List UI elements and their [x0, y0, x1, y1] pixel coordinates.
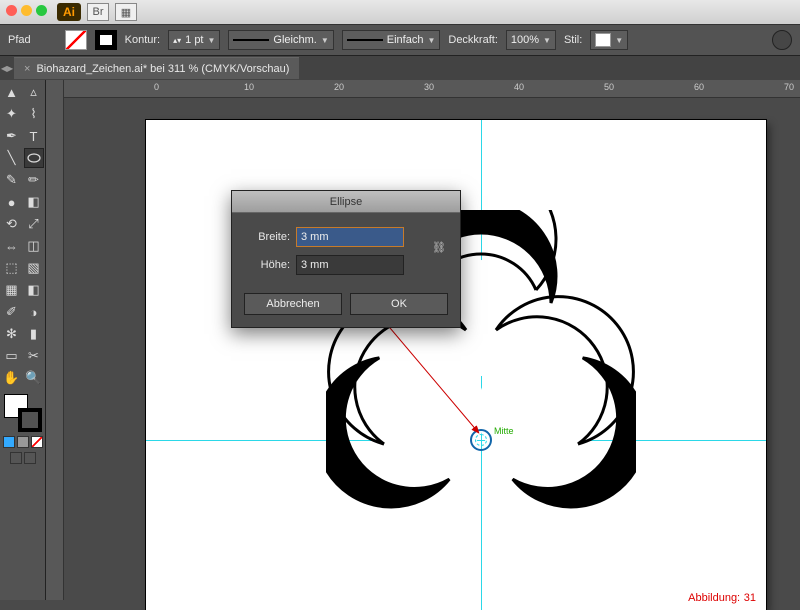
- symbol-sprayer-tool[interactable]: ✻: [2, 324, 22, 344]
- height-input[interactable]: [296, 255, 404, 275]
- stroke-profile-dropdown[interactable]: Gleichm.▼: [228, 30, 333, 50]
- ruler-vertical: [46, 80, 64, 600]
- blob-brush-tool[interactable]: ●: [2, 192, 22, 212]
- artboard-tool[interactable]: ▭: [2, 346, 22, 366]
- graph-tool[interactable]: ▮: [24, 324, 44, 344]
- mesh-tool[interactable]: ▦: [2, 280, 22, 300]
- line-tool[interactable]: ╲: [2, 148, 22, 168]
- style-label: Stil:: [564, 34, 582, 46]
- opacity-dropdown[interactable]: 100%▼: [506, 30, 556, 50]
- doc-setup-button[interactable]: [772, 30, 792, 50]
- document-tab-bar: ◀▶ × Biohazard_Zeichen.ai* bei 311 % (CM…: [0, 56, 800, 80]
- type-tool[interactable]: T: [24, 126, 44, 146]
- figure-caption: Abbildung: 31: [688, 589, 756, 604]
- slice-tool[interactable]: ✂: [24, 346, 44, 366]
- zoom-tool[interactable]: 🔍: [24, 368, 44, 388]
- eyedropper-tool[interactable]: ✐: [2, 302, 22, 322]
- fill-swatch[interactable]: [65, 30, 87, 50]
- ellipse-dialog: Ellipse Breite: Höhe: ⛓: [231, 190, 461, 328]
- lasso-tool[interactable]: ⌇: [24, 104, 44, 124]
- dialog-title: Ellipse: [232, 191, 460, 213]
- document-tab[interactable]: × Biohazard_Zeichen.ai* bei 311 % (CMYK/…: [14, 57, 299, 79]
- color-mode-row[interactable]: [3, 436, 43, 448]
- document-tab-title: Biohazard_Zeichen.ai* bei 311 % (CMYK/Vo…: [36, 63, 289, 75]
- style-dropdown[interactable]: ▼: [590, 30, 628, 50]
- ruler-horizontal: 0 10 20 30 40 50 60 70: [64, 80, 800, 98]
- opacity-label: Deckkraft:: [448, 34, 498, 46]
- selection-type: Pfad: [8, 34, 31, 46]
- magic-wand-tool[interactable]: ✦: [2, 104, 22, 124]
- arrange-docs-button[interactable]: ▦: [115, 3, 137, 21]
- stroke-label: Kontur:: [125, 34, 160, 46]
- traffic-lights[interactable]: [6, 5, 51, 19]
- stroke-swatch[interactable]: [95, 30, 117, 50]
- tab-scroll-left[interactable]: ◀▶: [0, 56, 14, 80]
- stroke-weight-dropdown[interactable]: ▴▾1 pt▼: [168, 30, 220, 50]
- paintbrush-tool[interactable]: ✎: [2, 170, 22, 190]
- close-tab-icon[interactable]: ×: [24, 63, 30, 75]
- screen-mode-row[interactable]: [10, 452, 36, 464]
- free-transform-tool[interactable]: ◫: [24, 236, 44, 256]
- tools-panel: ▲ ▵ ✦ ⌇ ✒ T ╲ ✎ ✏ ● ◧ ⟲ ⤢ ⇔ ◫ ⬚ ▧ ▦ ◧ ✐ …: [0, 80, 46, 600]
- mac-menubar: Ai Br ▦: [0, 0, 800, 24]
- constrain-link-icon[interactable]: ⛓: [430, 227, 448, 267]
- cancel-button[interactable]: Abbrechen: [244, 293, 342, 315]
- rotate-tool[interactable]: ⟲: [2, 214, 22, 234]
- ellipse-tool[interactable]: [24, 148, 44, 168]
- stroke-color[interactable]: [18, 408, 42, 432]
- scale-tool[interactable]: ⤢: [24, 214, 44, 234]
- ok-button[interactable]: OK: [350, 293, 448, 315]
- height-label: Höhe:: [244, 259, 290, 271]
- perspective-tool[interactable]: ▧: [24, 258, 44, 278]
- brush-def-dropdown[interactable]: Einfach▼: [342, 30, 441, 50]
- width-tool[interactable]: ⇔: [2, 236, 22, 256]
- width-label: Breite:: [244, 231, 290, 243]
- width-input[interactable]: [296, 227, 404, 247]
- gradient-tool[interactable]: ◧: [24, 280, 44, 300]
- eraser-tool[interactable]: ◧: [24, 192, 44, 212]
- control-bar: Pfad Kontur: ▴▾1 pt▼ Gleichm.▼ Einfach▼ …: [0, 24, 800, 56]
- blend-tool[interactable]: ◑: [24, 302, 44, 322]
- bridge-button[interactable]: Br: [87, 3, 109, 21]
- direct-selection-tool[interactable]: ▵: [24, 82, 44, 102]
- hand-tool[interactable]: ✋: [2, 368, 22, 388]
- pencil-tool[interactable]: ✏: [24, 170, 44, 190]
- ai-app-icon: Ai: [57, 3, 81, 21]
- shape-builder-tool[interactable]: ⬚: [2, 258, 22, 278]
- selection-tool[interactable]: ▲: [2, 82, 22, 102]
- fill-stroke-indicator[interactable]: [4, 394, 42, 432]
- canvas-area[interactable]: 0 10 20 30 40 50 60 70: [46, 80, 800, 600]
- pen-tool[interactable]: ✒: [2, 126, 22, 146]
